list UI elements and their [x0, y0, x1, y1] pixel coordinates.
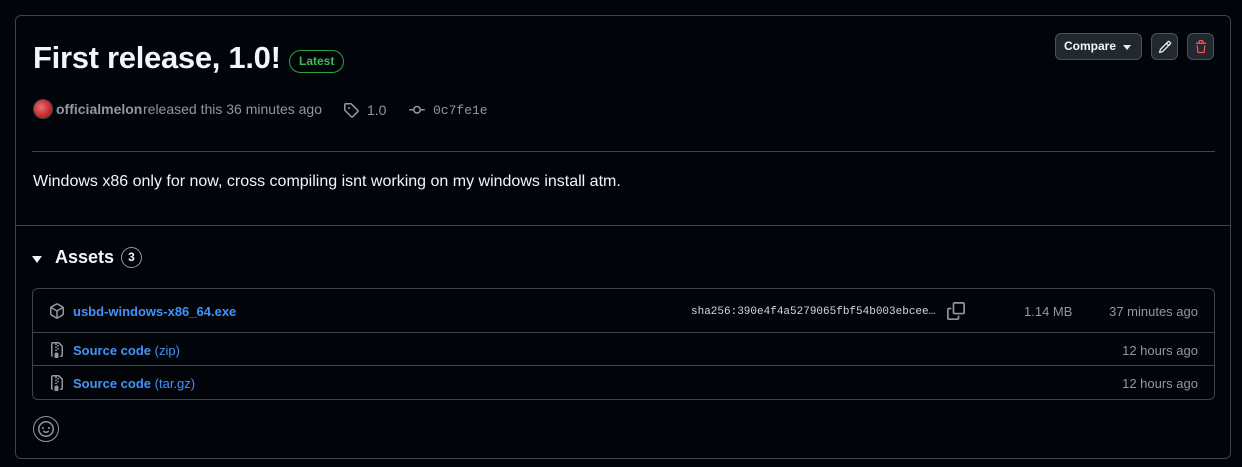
edit-button[interactable]: [1151, 33, 1178, 60]
asset-row: usbd-windows-x86_64.exe sha256:390e4f4a5…: [33, 289, 1214, 333]
tag-link[interactable]: 1.0: [367, 102, 386, 118]
copy-icon[interactable]: [947, 302, 965, 320]
author-link[interactable]: officialmelon: [56, 101, 142, 117]
release-notes: Windows x86 only for now, cross compilin…: [33, 173, 621, 190]
avatar[interactable]: [33, 99, 53, 119]
assets-list: usbd-windows-x86_64.exe sha256:390e4f4a5…: [32, 288, 1215, 400]
asset-row: Source code (tar.gz) 12 hours ago: [33, 366, 1214, 399]
commit-link[interactable]: 0c7fe1e: [433, 103, 488, 118]
triangle-down-icon: [1123, 45, 1131, 50]
git-commit-icon: [409, 105, 425, 114]
assets-count-badge: 3: [121, 247, 142, 268]
file-zip-icon: [51, 342, 63, 358]
asset-time: 12 hours ago: [1122, 376, 1198, 391]
smiley-icon: [38, 421, 54, 437]
asset-link-suffix: (zip): [154, 343, 180, 358]
assets-heading[interactable]: Assets: [55, 247, 114, 268]
asset-row: Source code (zip) 12 hours ago: [33, 333, 1214, 366]
asset-download-link[interactable]: usbd-windows-x86_64.exe: [73, 304, 236, 319]
compare-button[interactable]: Compare: [1055, 33, 1142, 60]
pencil-icon: [1158, 40, 1171, 53]
source-zip-link[interactable]: Source code (zip): [73, 343, 180, 358]
add-reaction-button[interactable]: [33, 416, 59, 442]
triangle-down-icon[interactable]: [32, 256, 42, 263]
latest-badge: Latest: [289, 50, 345, 73]
asset-time: 37 minutes ago: [1109, 304, 1198, 319]
asset-link-name: Source code: [73, 376, 152, 391]
file-zip-icon: [51, 375, 63, 391]
trash-icon: [1195, 39, 1206, 53]
released-time: released this 36 minutes ago: [143, 101, 322, 117]
tag-icon: [344, 103, 359, 118]
asset-sha256: sha256:390e4f4a5279065fbf54b003ebcee…: [691, 306, 936, 318]
delete-button[interactable]: [1187, 33, 1214, 60]
asset-link-suffix: (tar.gz): [154, 376, 196, 391]
compare-label: Compare: [1064, 39, 1117, 53]
package-icon: [50, 303, 64, 319]
asset-time: 12 hours ago: [1122, 343, 1198, 358]
asset-link-name: Source code: [73, 343, 152, 358]
asset-size: 1.14 MB: [1024, 304, 1073, 319]
release-card: First release, 1.0! Latest Compare offic…: [15, 15, 1231, 459]
release-title[interactable]: First release, 1.0!: [33, 40, 281, 76]
source-targz-link[interactable]: Source code (tar.gz): [73, 376, 195, 391]
section-divider: [16, 225, 1230, 226]
divider: [32, 151, 1215, 152]
